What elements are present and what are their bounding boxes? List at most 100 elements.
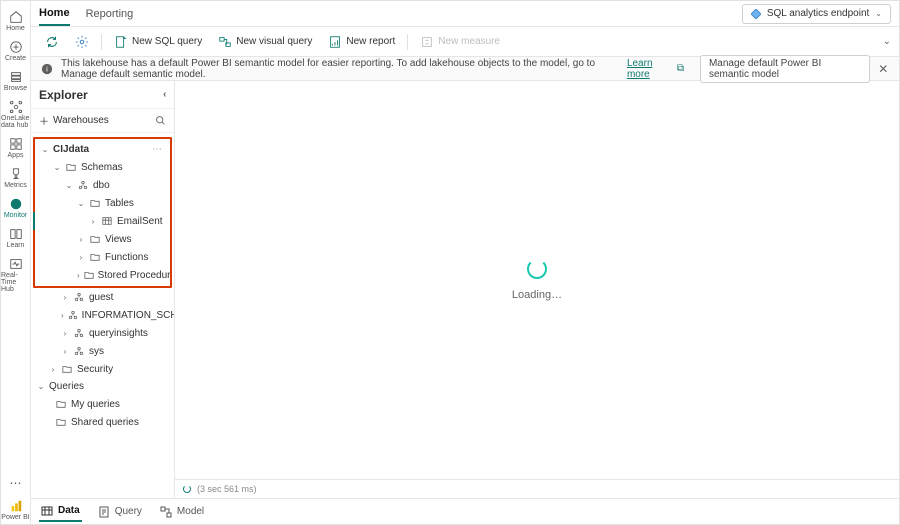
chevron-right-icon: › (61, 293, 69, 302)
folder-icon (89, 251, 101, 263)
nav-realtime-label: Real-Time Hub (1, 272, 30, 293)
measure-icon (420, 35, 434, 49)
nav-learn[interactable]: Learn (1, 224, 30, 252)
query-icon (98, 506, 110, 518)
tree-item-sys[interactable]: › sys (31, 342, 174, 360)
ribbon-tabs: Home Reporting SQL analytics endpoint ⌄ (31, 1, 899, 27)
bottom-tab-model-label: Model (177, 506, 204, 517)
chevron-down-icon: ⌄ (875, 9, 882, 18)
mode-dropdown[interactable]: SQL analytics endpoint ⌄ (742, 4, 891, 24)
new-visual-query-button[interactable]: New visual query (212, 32, 318, 52)
nav-create-label: Create (5, 55, 26, 62)
tree-item-dbo[interactable]: ⌄ dbo (35, 176, 170, 194)
new-report-button[interactable]: New report (322, 32, 401, 52)
model-icon (160, 506, 172, 518)
infobar-text: This lakehouse has a default Power BI se… (61, 58, 619, 80)
folder-icon (55, 398, 67, 410)
nav-apps[interactable]: Apps (1, 134, 30, 162)
tree-item-tables[interactable]: ⌄ Tables (35, 194, 170, 212)
nav-home[interactable]: Home (1, 7, 30, 35)
chevron-down-icon: ⌄ (77, 199, 85, 208)
infobar-link[interactable]: Learn more (627, 58, 669, 80)
nav-realtime[interactable]: Real-Time Hub (1, 254, 30, 296)
nav-create[interactable]: Create (1, 37, 30, 65)
bottom-tab-data[interactable]: Data (39, 502, 82, 522)
tree-item-queries[interactable]: ⌄ Queries (31, 378, 174, 395)
tree-item-sprocs[interactable]: › Stored Procedur… (35, 266, 170, 284)
chevron-right-icon: › (61, 347, 69, 356)
visual-query-icon (218, 35, 232, 49)
tree-item-emailsent[interactable]: › EmailSent (33, 212, 170, 230)
chevron-down-icon: ⌄ (41, 145, 49, 154)
schema-icon (77, 179, 89, 191)
canvas-area: Loading… (3 sec 561 ms) (175, 81, 899, 498)
schema-icon (73, 345, 85, 357)
manage-semantic-model-button[interactable]: Manage default Power BI semantic model (700, 55, 870, 83)
refresh-icon (45, 35, 59, 49)
explorer-tree: ⌄ CIJdata ⋯ ⌄ Schemas ⌄ (31, 133, 174, 498)
explorer-title: Explorer (39, 88, 88, 102)
settings-button[interactable] (69, 32, 95, 52)
folder-icon (55, 416, 67, 428)
bottom-tab-data-label: Data (58, 505, 80, 516)
nav-browse[interactable]: Browse (1, 67, 30, 95)
chevron-right-icon: › (77, 253, 85, 262)
nav-metrics[interactable]: Metrics (1, 164, 30, 192)
chevron-right-icon: › (89, 217, 97, 226)
infobar: i This lakehouse has a default Power BI … (31, 57, 899, 81)
add-warehouses-button[interactable]: ＋ Warehouses (39, 113, 109, 128)
tree-item-queryinsights[interactable]: › queryinsights (31, 324, 174, 342)
new-measure-label: New measure (438, 36, 500, 47)
tab-reporting[interactable]: Reporting (86, 1, 134, 26)
nav-apps-label: Apps (8, 152, 24, 159)
infobar-close-button[interactable]: ✕ (878, 62, 889, 76)
tree-label: dbo (93, 180, 110, 191)
more-icon[interactable]: ⋯ (152, 144, 166, 155)
trophy-icon (9, 167, 23, 181)
tree-item-sharedqueries[interactable]: Shared queries (31, 413, 174, 431)
tab-home[interactable]: Home (39, 1, 70, 26)
tree-label: INFORMATION_SCHE… (82, 310, 174, 321)
explorer-panel: Explorer › ＋ Warehouses ⌄ CIJdata (31, 81, 175, 498)
folder-icon (61, 363, 73, 375)
tree-item-myqueries[interactable]: My queries (31, 395, 174, 413)
nav-onelake-label: OneLake data hub (1, 115, 30, 129)
nav-metrics-label: Metrics (4, 182, 27, 189)
new-report-label: New report (346, 36, 395, 47)
pulse-icon (9, 257, 23, 271)
tree-item-views[interactable]: › Views (35, 230, 170, 248)
folder-icon (89, 197, 101, 209)
bottom-tab-model[interactable]: Model (158, 503, 206, 521)
plus-icon: ＋ (39, 113, 49, 128)
new-measure-button: New measure (414, 32, 506, 52)
sql-icon (114, 35, 128, 49)
tree-item-security[interactable]: › Security (31, 360, 174, 378)
info-icon: i (41, 63, 53, 75)
tree-label: EmailSent (117, 216, 163, 227)
tree-label: Queries (49, 381, 84, 392)
stack-icon (9, 70, 23, 84)
gear-icon (75, 35, 89, 49)
toolbar-overflow[interactable]: ⌄ (883, 36, 891, 47)
nav-powerbi[interactable]: Power BI (1, 496, 30, 524)
nav-browse-label: Browse (4, 85, 27, 92)
tree-item-guest[interactable]: › guest (31, 288, 174, 306)
refresh-button[interactable] (39, 32, 65, 52)
bottom-tab-query[interactable]: Query (96, 503, 144, 521)
search-icon[interactable] (155, 115, 166, 126)
tree-item-functions[interactable]: › Functions (35, 248, 170, 266)
collapse-explorer-button[interactable]: › (163, 89, 166, 100)
new-sql-query-button[interactable]: New SQL query (108, 32, 208, 52)
table-icon (41, 505, 53, 517)
tree-item-infoschema[interactable]: › INFORMATION_SCHE… (31, 306, 174, 324)
tree-item-cijdata[interactable]: ⌄ CIJdata ⋯ (35, 141, 170, 158)
nav-learn-label: Learn (7, 242, 25, 249)
report-icon (328, 35, 342, 49)
nav-more[interactable]: ⋯ (1, 473, 30, 494)
chevron-down-icon: ⌄ (37, 382, 45, 391)
tree-label: CIJdata (53, 144, 89, 155)
nav-monitor[interactable]: Monitor (1, 194, 30, 222)
tree-item-schemas[interactable]: ⌄ Schemas (35, 158, 170, 176)
nav-onelake[interactable]: OneLake data hub (1, 97, 30, 132)
nav-powerbi-label: Power BI (1, 514, 29, 521)
